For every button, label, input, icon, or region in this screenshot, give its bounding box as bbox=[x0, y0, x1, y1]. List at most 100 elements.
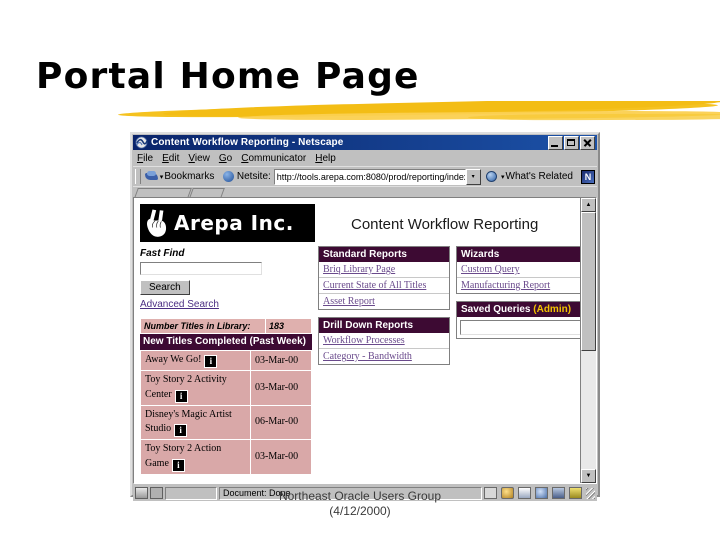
library-stats-table: Number Titles in Library: 183 bbox=[140, 317, 312, 335]
fast-find-input[interactable] bbox=[140, 262, 262, 275]
advanced-search-link[interactable]: Advanced Search bbox=[140, 299, 312, 310]
compass-icon[interactable] bbox=[222, 170, 235, 183]
arepa-logo-text: Arepa Inc. bbox=[174, 211, 294, 235]
title-date: 06-Mar-00 bbox=[250, 404, 312, 441]
reports-column: Standard Reports Briq Library Page Curre… bbox=[318, 246, 450, 372]
scrollbar-track[interactable] bbox=[581, 212, 596, 469]
info-icon[interactable]: i bbox=[174, 424, 188, 438]
menu-bar: File Edit View Go Communicator Help bbox=[133, 151, 597, 165]
vertical-scrollbar[interactable]: ▲ ▼ bbox=[580, 198, 596, 483]
search-button[interactable]: Search bbox=[140, 280, 190, 295]
right-columns: Standard Reports Briq Library Page Curre… bbox=[318, 246, 580, 372]
personal-toolbar-tab-2[interactable] bbox=[189, 188, 225, 197]
peace-hand-icon bbox=[145, 207, 171, 239]
titles-count-label: Number Titles in Library: bbox=[140, 317, 266, 335]
saved-queries-header: Saved Queries (Admin) bbox=[457, 302, 580, 317]
table-row: Number Titles in Library: 183 bbox=[140, 317, 312, 335]
menu-item-help[interactable]: Help bbox=[315, 153, 336, 164]
saved-queries-header-text: Saved Queries bbox=[461, 304, 531, 315]
caption-line-2: (4/12/2000) bbox=[329, 504, 391, 518]
arepa-logo[interactable]: Arepa Inc. bbox=[140, 204, 315, 242]
link-workflow-processes[interactable]: Workflow Processes bbox=[319, 333, 449, 348]
title-cell: Disney's Magic Artist Studio i bbox=[140, 404, 251, 441]
location-toolbar: ▾ Bookmarks Netsite: http://tools.arepa.… bbox=[133, 166, 597, 186]
drill-down-reports-panel: Drill Down Reports Workflow Processes Ca… bbox=[318, 317, 450, 365]
table-row: Toy Story 2 Activity Center i 03-Mar-00 bbox=[140, 370, 312, 406]
netscape-icon bbox=[135, 136, 148, 149]
slide-caption: Northeast Oracle Users Group (4/12/2000) bbox=[0, 489, 720, 519]
menu-item-go[interactable]: Go bbox=[219, 153, 232, 164]
menu-item-view[interactable]: View bbox=[188, 153, 210, 164]
title-date: 03-Mar-00 bbox=[250, 439, 312, 475]
fast-find-label: Fast Find bbox=[140, 248, 185, 259]
page-columns: Fast Find Search Advanced Search Number … bbox=[134, 246, 580, 475]
standard-reports-panel: Standard Reports Briq Library Page Curre… bbox=[318, 246, 450, 310]
content-viewport: Arepa Inc. Content Workflow Reporting Fa… bbox=[133, 197, 597, 484]
saved-queries-select[interactable] bbox=[460, 320, 580, 335]
new-titles-header: New Titles Completed (Past Week) bbox=[140, 334, 312, 351]
menu-item-file[interactable]: File bbox=[137, 153, 153, 164]
chevron-down-icon-related: ▾ bbox=[500, 173, 505, 181]
link-category-bandwidth[interactable]: Category - Bandwidth bbox=[319, 348, 449, 364]
table-row: Disney's Magic Artist Studio i 06-Mar-00 bbox=[140, 404, 312, 441]
page-heading: Content Workflow Reporting bbox=[351, 216, 539, 233]
title-cell: Toy Story 2 Activity Center i bbox=[140, 370, 251, 406]
scroll-down-icon[interactable]: ▼ bbox=[581, 469, 596, 483]
maximize-button[interactable] bbox=[564, 135, 579, 150]
wizards-header: Wizards bbox=[457, 247, 580, 262]
saved-queries-admin-badge: (Admin) bbox=[533, 304, 572, 315]
info-icon[interactable]: i bbox=[204, 355, 218, 369]
menu-item-communicator[interactable]: Communicator bbox=[241, 153, 306, 164]
menu-item-edit[interactable]: Edit bbox=[162, 153, 179, 164]
scroll-up-icon[interactable]: ▲ bbox=[581, 198, 596, 212]
wizards-panel: Wizards Custom Query Manufacturing Repor… bbox=[456, 246, 580, 294]
url-input[interactable]: http://tools.arepa.com:8080/prod/reporti… bbox=[273, 168, 466, 185]
web-page: Arepa Inc. Content Workflow Reporting Fa… bbox=[134, 198, 580, 483]
slide: Portal Home Page Content Workflow Report… bbox=[0, 0, 720, 540]
browser-title-bar: Content Workflow Reporting - Netscape bbox=[133, 135, 597, 150]
title-text: Away We Go! bbox=[145, 354, 202, 366]
new-titles-table: Away We Go! i 03-Mar-00 Toy Story 2 Activ… bbox=[140, 350, 312, 475]
minimize-button[interactable] bbox=[548, 135, 563, 150]
whats-related-label[interactable]: What's Related bbox=[506, 171, 574, 182]
link-asset-report[interactable]: Asset Report bbox=[319, 293, 449, 309]
standard-reports-header: Standard Reports bbox=[319, 247, 449, 262]
title-cell: Toy Story 2 Action Game i bbox=[140, 439, 251, 475]
saved-queries-panel: Saved Queries (Admin) bbox=[456, 301, 580, 339]
bookmarks-label[interactable]: Bookmarks bbox=[164, 171, 214, 182]
globe-icon[interactable] bbox=[485, 170, 498, 183]
browser-window: Content Workflow Reporting - Netscape Fi… bbox=[130, 132, 600, 501]
title-date: 03-Mar-00 bbox=[250, 370, 312, 406]
wizards-column: Wizards Custom Query Manufacturing Repor… bbox=[456, 246, 580, 346]
url-dropdown-button[interactable]: ▾ bbox=[465, 168, 481, 185]
title-cell: Away We Go! i bbox=[140, 350, 251, 372]
toolbar-drag-grip[interactable] bbox=[135, 169, 141, 184]
titles-count-value: 183 bbox=[265, 317, 312, 335]
page-header: Arepa Inc. Content Workflow Reporting bbox=[134, 198, 580, 242]
link-manufacturing-report[interactable]: Manufacturing Report bbox=[457, 277, 580, 293]
chevron-down-icon: ▾ bbox=[159, 173, 164, 181]
scrollbar-thumb[interactable] bbox=[581, 212, 596, 351]
link-custom-query[interactable]: Custom Query bbox=[457, 262, 580, 277]
caption-line-1: Northeast Oracle Users Group bbox=[278, 489, 442, 503]
brush-stroke-decoration bbox=[68, 101, 720, 123]
netsite-label: Netsite: bbox=[236, 171, 271, 182]
table-row: Toy Story 2 Action Game i 03-Mar-00 bbox=[140, 439, 312, 475]
table-row: Away We Go! i 03-Mar-00 bbox=[140, 350, 312, 372]
netscape-logo-icon[interactable]: N bbox=[581, 169, 595, 184]
left-column: Fast Find Search Advanced Search Number … bbox=[140, 246, 312, 475]
info-icon[interactable]: i bbox=[174, 389, 188, 403]
window-controls bbox=[548, 135, 595, 150]
browser-title-text: Content Workflow Reporting - Netscape bbox=[151, 137, 344, 148]
link-current-state-of-all-titles[interactable]: Current State of All Titles bbox=[319, 277, 449, 293]
title-text: Disney's Magic Artist Studio bbox=[145, 408, 232, 435]
close-button[interactable] bbox=[580, 135, 595, 150]
personal-toolbar-tab-1[interactable] bbox=[134, 188, 192, 197]
page-title: Portal Home Page bbox=[36, 56, 420, 97]
title-date: 03-Mar-00 bbox=[250, 350, 312, 372]
info-icon[interactable]: i bbox=[171, 458, 185, 472]
url-text: http://tools.arepa.com:8080/prod/reporti… bbox=[276, 171, 465, 182]
bookmark-icon[interactable] bbox=[144, 170, 158, 183]
link-briq-library-page[interactable]: Briq Library Page bbox=[319, 262, 449, 277]
drill-down-reports-header: Drill Down Reports bbox=[319, 318, 449, 333]
